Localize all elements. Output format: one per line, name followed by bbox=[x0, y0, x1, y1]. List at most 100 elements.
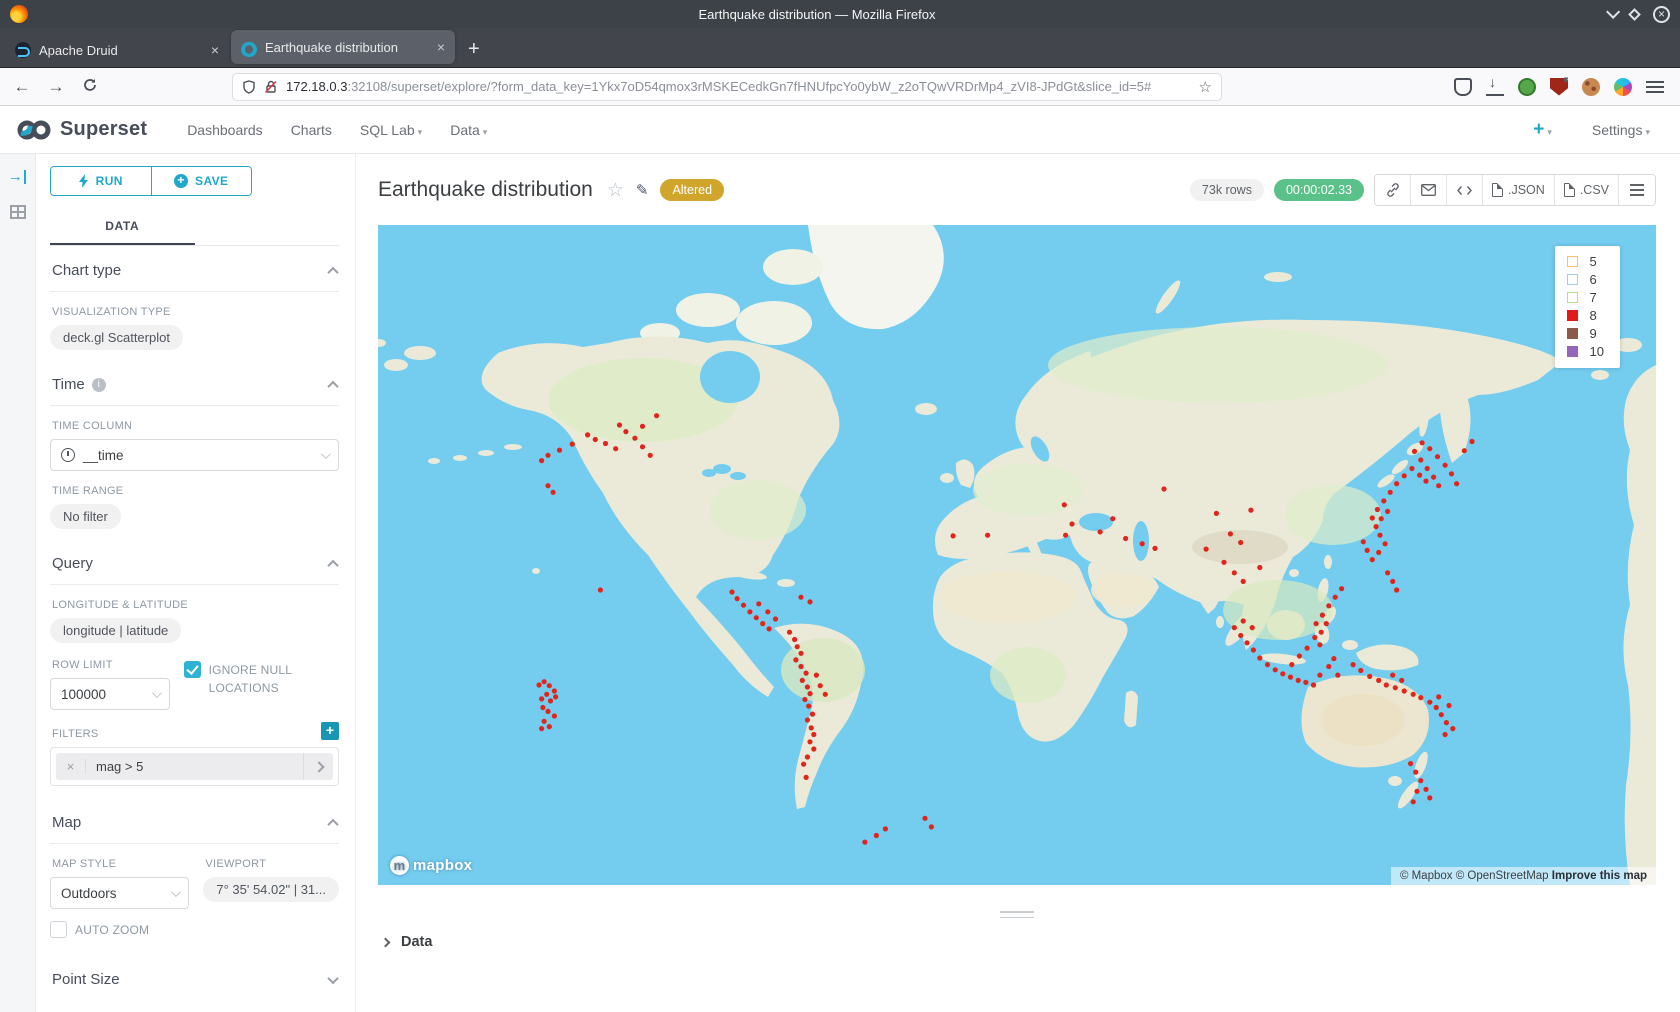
earthquake-point[interactable] bbox=[1423, 479, 1428, 484]
extension-pinwheel-icon[interactable] bbox=[1614, 78, 1632, 96]
window-close-button[interactable]: × bbox=[1653, 6, 1670, 23]
earthquake-point[interactable] bbox=[545, 709, 550, 714]
earthquake-point[interactable] bbox=[1390, 579, 1395, 584]
earthquake-point[interactable] bbox=[1250, 625, 1255, 630]
earthquake-point[interactable] bbox=[1454, 481, 1459, 486]
earthquake-point[interactable] bbox=[1333, 595, 1338, 600]
earthquake-point[interactable] bbox=[552, 688, 557, 693]
earthquake-point[interactable] bbox=[1280, 671, 1285, 676]
earthquake-point[interactable] bbox=[802, 697, 807, 702]
earthquake-point[interactable] bbox=[1257, 565, 1262, 570]
earthquake-point[interactable] bbox=[1303, 680, 1308, 685]
edit-properties-icon[interactable]: ✎ bbox=[636, 181, 649, 199]
earthquake-point[interactable] bbox=[1374, 524, 1379, 529]
nav-charts[interactable]: Charts bbox=[277, 122, 346, 138]
earthquake-point[interactable] bbox=[793, 657, 798, 662]
earthquake-point[interactable] bbox=[1110, 516, 1115, 521]
earthquake-point[interactable] bbox=[1413, 770, 1418, 775]
earthquake-point[interactable] bbox=[1408, 761, 1413, 766]
earthquake-point[interactable] bbox=[536, 682, 541, 687]
earthquake-point[interactable] bbox=[1435, 454, 1440, 459]
window-maximize-button[interactable] bbox=[1628, 8, 1641, 21]
earthquake-point[interactable] bbox=[545, 453, 550, 458]
improve-map-link[interactable]: Improve this map bbox=[1552, 870, 1647, 882]
earthquake-point[interactable] bbox=[773, 616, 778, 621]
earthquake-point[interactable] bbox=[1297, 653, 1302, 658]
nav-sql-lab[interactable]: SQL Lab▾ bbox=[346, 122, 436, 138]
earthquake-point[interactable] bbox=[1399, 678, 1404, 683]
earthquake-point[interactable] bbox=[1241, 618, 1246, 623]
reload-button[interactable] bbox=[78, 77, 102, 97]
earthquake-point[interactable] bbox=[929, 824, 934, 829]
earthquake-point[interactable] bbox=[883, 826, 888, 831]
time-range-value[interactable]: No filter bbox=[50, 504, 121, 529]
earthquake-point[interactable] bbox=[1251, 647, 1256, 652]
earthquake-point[interactable] bbox=[617, 422, 622, 427]
earthquake-point[interactable] bbox=[544, 692, 549, 697]
earthquake-point[interactable] bbox=[1232, 570, 1237, 575]
earthquake-point[interactable] bbox=[985, 533, 990, 538]
earthquake-point[interactable] bbox=[1376, 550, 1381, 555]
earthquake-point[interactable] bbox=[811, 746, 816, 751]
window-minimize-button[interactable] bbox=[1606, 5, 1620, 19]
earthquake-point[interactable] bbox=[806, 704, 811, 709]
earthquake-point[interactable] bbox=[1370, 515, 1375, 520]
viewport-value[interactable]: 7° 35' 54.02" | 31... bbox=[203, 877, 339, 902]
extension-green-icon[interactable] bbox=[1518, 78, 1536, 96]
earthquake-point[interactable] bbox=[922, 816, 927, 821]
earthquake-point[interactable] bbox=[1462, 448, 1467, 453]
earthquake-point[interactable] bbox=[1361, 539, 1366, 544]
time-column-select[interactable]: __time bbox=[50, 439, 339, 471]
earthquake-point[interactable] bbox=[787, 630, 792, 635]
earthquake-point[interactable] bbox=[1365, 548, 1370, 553]
earthquake-point[interactable] bbox=[1152, 546, 1157, 551]
earthquake-point[interactable] bbox=[809, 725, 814, 730]
earthquake-point[interactable] bbox=[623, 429, 628, 434]
earthquake-point[interactable] bbox=[1305, 646, 1310, 651]
earthquake-point[interactable] bbox=[951, 533, 956, 538]
mapbox-logo[interactable]: m mapbox bbox=[390, 856, 472, 875]
email-button[interactable] bbox=[1411, 175, 1447, 205]
url-bar[interactable]: 172.18.0.3:32108/superset/explore/?form_… bbox=[232, 73, 1222, 101]
copy-link-button[interactable] bbox=[1375, 175, 1411, 205]
earthquake-point[interactable] bbox=[1339, 586, 1344, 591]
section-map[interactable]: Map bbox=[50, 798, 339, 843]
earthquake-point[interactable] bbox=[1402, 688, 1407, 693]
earthquake-point[interactable] bbox=[807, 599, 812, 604]
earthquake-point[interactable] bbox=[632, 436, 637, 441]
earthquake-point[interactable] bbox=[1423, 787, 1428, 792]
earthquake-point[interactable] bbox=[613, 446, 618, 451]
earthquake-point[interactable] bbox=[648, 453, 653, 458]
earthquake-point[interactable] bbox=[1402, 473, 1407, 478]
earthquake-point[interactable] bbox=[1238, 633, 1243, 638]
tracking-shield-icon[interactable] bbox=[242, 80, 256, 94]
earthquake-point[interactable] bbox=[1140, 541, 1145, 546]
earthquake-point[interactable] bbox=[654, 413, 659, 418]
earthquake-point[interactable] bbox=[1320, 613, 1325, 618]
cookie-extension-icon[interactable] bbox=[1582, 78, 1600, 96]
earthquake-point[interactable] bbox=[539, 726, 544, 731]
earthquake-point[interactable] bbox=[1427, 795, 1432, 800]
earthquake-point[interactable] bbox=[1214, 511, 1219, 516]
earthquake-point[interactable] bbox=[1296, 678, 1301, 683]
earthquake-point[interactable] bbox=[1444, 720, 1449, 725]
earthquake-point[interactable] bbox=[1335, 673, 1340, 678]
earthquake-point[interactable] bbox=[640, 424, 645, 429]
earthquake-point[interactable] bbox=[553, 694, 558, 699]
earthquake-point[interactable] bbox=[1241, 579, 1246, 584]
world-map[interactable]: 5678910 m mapbox © Mapbox © OpenStreetMa… bbox=[378, 225, 1656, 885]
earthquake-point[interactable] bbox=[805, 717, 810, 722]
earthquake-point[interactable] bbox=[1379, 516, 1384, 521]
earthquake-point[interactable] bbox=[1228, 531, 1233, 536]
earthquake-point[interactable] bbox=[798, 651, 803, 656]
earthquake-point[interactable] bbox=[640, 444, 645, 449]
earthquake-point[interactable] bbox=[1161, 486, 1166, 491]
earthquake-point[interactable] bbox=[1317, 673, 1322, 678]
earthquake-point[interactable] bbox=[545, 483, 550, 488]
earthquake-point[interactable] bbox=[1388, 490, 1393, 495]
earthquake-point[interactable] bbox=[1232, 625, 1237, 630]
earthquake-point[interactable] bbox=[1314, 621, 1319, 626]
tab-close-icon[interactable]: × bbox=[437, 39, 445, 55]
earthquake-point[interactable] bbox=[1273, 667, 1278, 672]
earthquake-point[interactable] bbox=[1204, 547, 1209, 552]
